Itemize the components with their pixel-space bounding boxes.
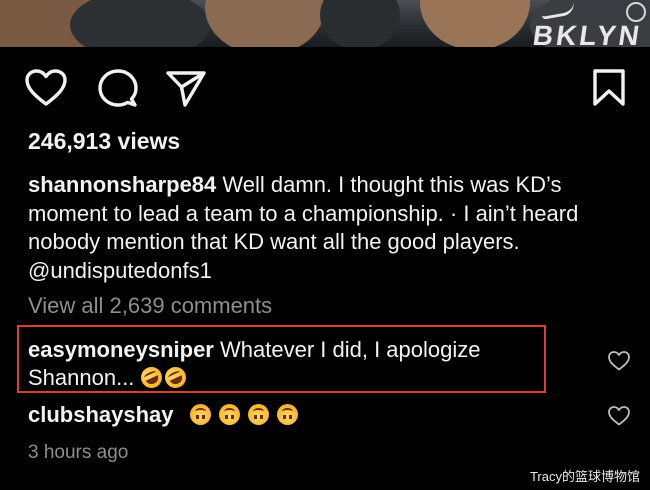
comment-item: easymoneysniper Whatever I did, I apolog… [28, 336, 568, 392]
upside-down-face-emoji-icon [189, 404, 211, 425]
heart-icon[interactable] [24, 68, 68, 108]
player-figure [420, 0, 530, 47]
player-jersey [320, 0, 400, 47]
rolling-laughing-emoji-icon [137, 363, 166, 392]
upside-down-face-emoji-icon [247, 404, 269, 425]
instagram-post: BKLYN 246,913 views shannonsharpe84 Well… [0, 0, 650, 490]
watermark: Tracy的篮球博物馆 [529, 469, 640, 484]
rolling-laughing-emoji-icon [161, 363, 190, 392]
view-count: 246,913 views [28, 128, 181, 154]
post-timestamp: 3 hours ago [28, 442, 129, 463]
comment-username[interactable]: easymoneysniper [28, 337, 214, 362]
upside-down-face-emoji-icon [218, 404, 240, 425]
comment-item: clubshayshay [28, 401, 588, 429]
view-all-comments-link[interactable]: View all 2,639 comments [28, 293, 272, 319]
action-bar [0, 66, 650, 112]
post-image[interactable]: BKLYN [0, 0, 650, 47]
player-jersey [70, 0, 210, 47]
jersey-lettering: BKLYN [531, 20, 645, 47]
share-icon[interactable] [164, 68, 208, 108]
player-figure [205, 0, 325, 47]
comment-like-heart-icon[interactable] [607, 350, 631, 372]
upside-down-face-emoji-icon [276, 404, 298, 425]
caption-username[interactable]: shannonsharpe84 [28, 172, 216, 197]
post-caption: shannonsharpe84 Well damn. I thought thi… [28, 171, 628, 285]
comment-icon[interactable] [97, 68, 139, 108]
team-logo-icon [626, 2, 646, 22]
bookmark-icon[interactable] [592, 69, 626, 107]
comment-username[interactable]: clubshayshay [28, 402, 174, 427]
comment-like-heart-icon[interactable] [607, 405, 631, 427]
